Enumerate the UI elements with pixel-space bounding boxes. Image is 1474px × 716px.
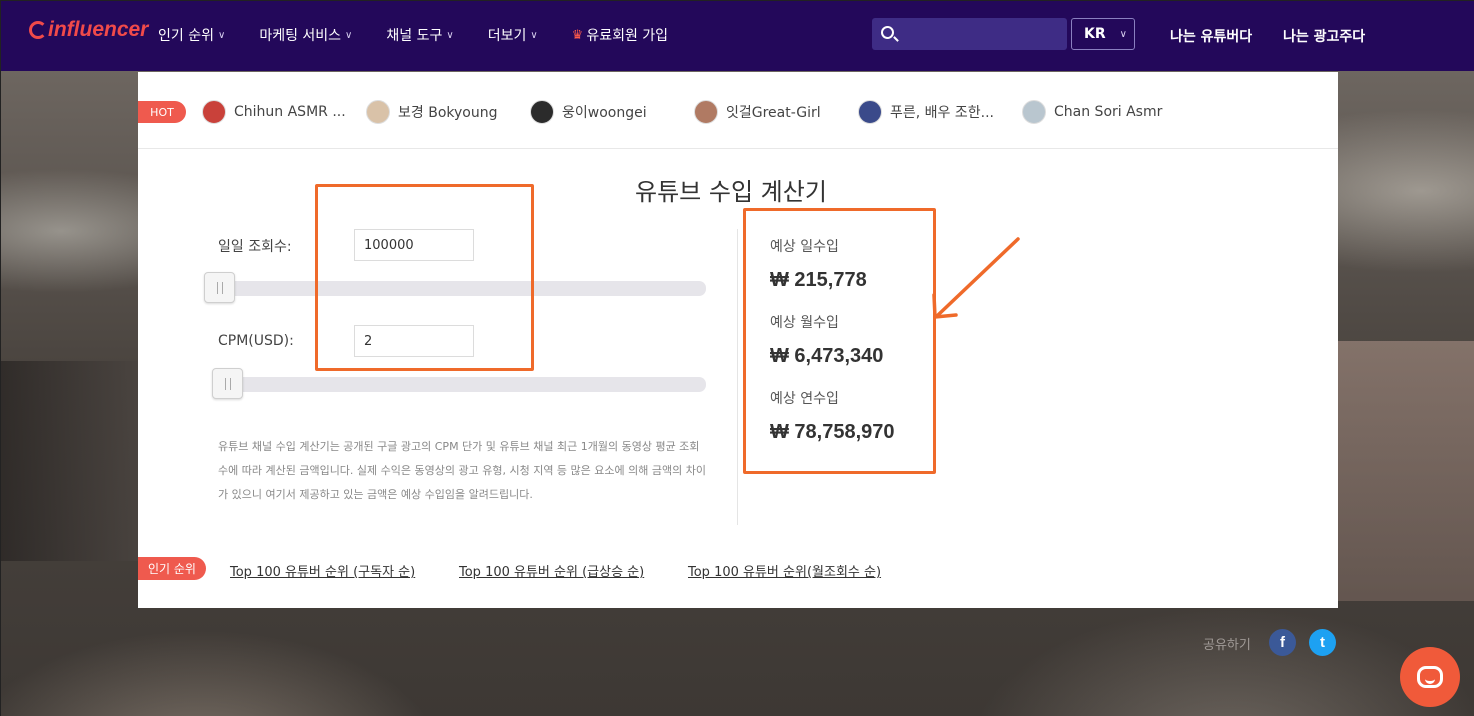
chevron-down-icon: ∨ — [1119, 28, 1127, 40]
annotation-box-results — [743, 208, 936, 474]
chevron-down-icon: ∨ — [217, 29, 226, 41]
channel-name: Chan Sori Asmr — [1054, 104, 1163, 120]
channel-name: 보경 Bokyoung — [398, 105, 498, 121]
avatar — [858, 100, 882, 124]
channel-name: 푸른, 배우 조한... — [890, 105, 994, 121]
hot-channel-item[interactable]: Chihun ASMR ... — [202, 100, 346, 124]
top-navbar: influencer 인기 순위 ∨ 마케팅 서비스 ∨ 채널 도구 ∨ 더보기… — [1, 1, 1474, 71]
language-select[interactable]: KR ∨ — [1071, 18, 1135, 50]
annotation-box-inputs — [315, 184, 534, 371]
calculator-description: 유튜브 채널 수입 계산기는 공개된 구글 광고의 CPM 단가 및 유튜브 채… — [218, 440, 706, 501]
chat-icon — [1417, 666, 1443, 688]
chevron-down-icon: ∨ — [345, 29, 353, 41]
nav-label: 인기 순위 — [158, 28, 214, 44]
avatar — [366, 100, 390, 124]
background-laptop — [1, 361, 141, 561]
avatar — [530, 100, 554, 124]
divider — [737, 229, 738, 525]
hot-channel-item[interactable]: 웅이woongei — [530, 100, 647, 124]
language-value: KR — [1084, 26, 1106, 42]
nav-more[interactable]: 더보기 ∨ — [488, 25, 538, 45]
cpm-slider[interactable] — [212, 368, 706, 399]
ranking-link-monthly-views[interactable]: Top 100 유튜버 순위(월조회수 순) — [688, 561, 881, 580]
hot-channel-item[interactable]: Chan Sori Asmr — [1022, 100, 1162, 124]
daily-views-label: 일일 조회수: — [218, 239, 292, 255]
logo-text: influencer — [48, 18, 149, 41]
logo-ring-icon — [29, 21, 47, 39]
hot-channel-item[interactable]: 보경 Bokyoung — [366, 100, 497, 124]
avatar — [694, 100, 718, 124]
channel-name: 웅이woongei — [562, 105, 647, 121]
crown-icon: ♛ — [571, 27, 584, 43]
ranking-link-subscribers[interactable]: Top 100 유튜버 순위 (구독자 순) — [230, 561, 415, 580]
nav-label: 유료회원 가입 — [586, 28, 669, 44]
avatar — [1022, 100, 1046, 124]
nav-popular-ranking[interactable]: 인기 순위 ∨ — [158, 25, 225, 45]
channel-name: Chihun ASMR ... — [234, 104, 346, 120]
channel-name: 잇걸Great-Girl — [726, 105, 821, 121]
nav-label: 더보기 — [487, 28, 527, 44]
cpm-label: CPM(USD): — [218, 333, 294, 349]
search-box — [872, 18, 1067, 50]
nav-label: 마케팅 서비스 — [259, 28, 342, 44]
slider-handle[interactable] — [212, 368, 243, 399]
facebook-icon[interactable]: f — [1269, 629, 1296, 656]
hot-channels-bar: HOT Chihun ASMR ... 보경 Bokyoung 웅이woonge… — [138, 72, 1338, 149]
background-hand — [1338, 341, 1474, 601]
nav-premium-signup[interactable]: ♛ 유료회원 가입 — [572, 25, 668, 45]
slider-handle[interactable] — [204, 272, 235, 303]
twitter-icon[interactable]: t — [1309, 629, 1336, 656]
nav-channel-tools[interactable]: 채널 도구 ∨ — [386, 25, 453, 45]
main-nav: 인기 순위 ∨ 마케팅 서비스 ∨ 채널 도구 ∨ 더보기 ∨ ♛ 유료회원 가… — [158, 25, 702, 45]
chevron-down-icon: ∨ — [530, 29, 538, 41]
search-input[interactable] — [902, 22, 1062, 46]
hot-channel-item[interactable]: 푸른, 배우 조한... — [858, 100, 994, 124]
advertiser-link[interactable]: 나는 광고주다 — [1283, 26, 1365, 46]
logo[interactable]: influencer — [29, 18, 148, 42]
chat-button[interactable] — [1400, 647, 1460, 707]
hot-channel-item[interactable]: 잇걸Great-Girl — [694, 100, 821, 124]
search-icon[interactable] — [881, 26, 894, 39]
page-title: 유튜브 수입 계산기 — [635, 178, 827, 206]
nav-label: 채널 도구 — [386, 28, 443, 44]
chevron-down-icon: ∨ — [446, 29, 454, 41]
share-label: 공유하기 — [1203, 638, 1251, 653]
nav-marketing-services[interactable]: 마케팅 서비스 ∨ — [259, 25, 352, 45]
hot-badge: HOT — [138, 101, 186, 123]
avatar — [202, 100, 226, 124]
annotation-arrow-icon — [932, 237, 1020, 319]
ranking-badge: 인기 순위 — [138, 557, 206, 580]
ranking-link-rising[interactable]: Top 100 유튜버 순위 (급상승 순) — [459, 561, 644, 580]
youtuber-link[interactable]: 나는 유튜버다 — [1170, 26, 1252, 46]
